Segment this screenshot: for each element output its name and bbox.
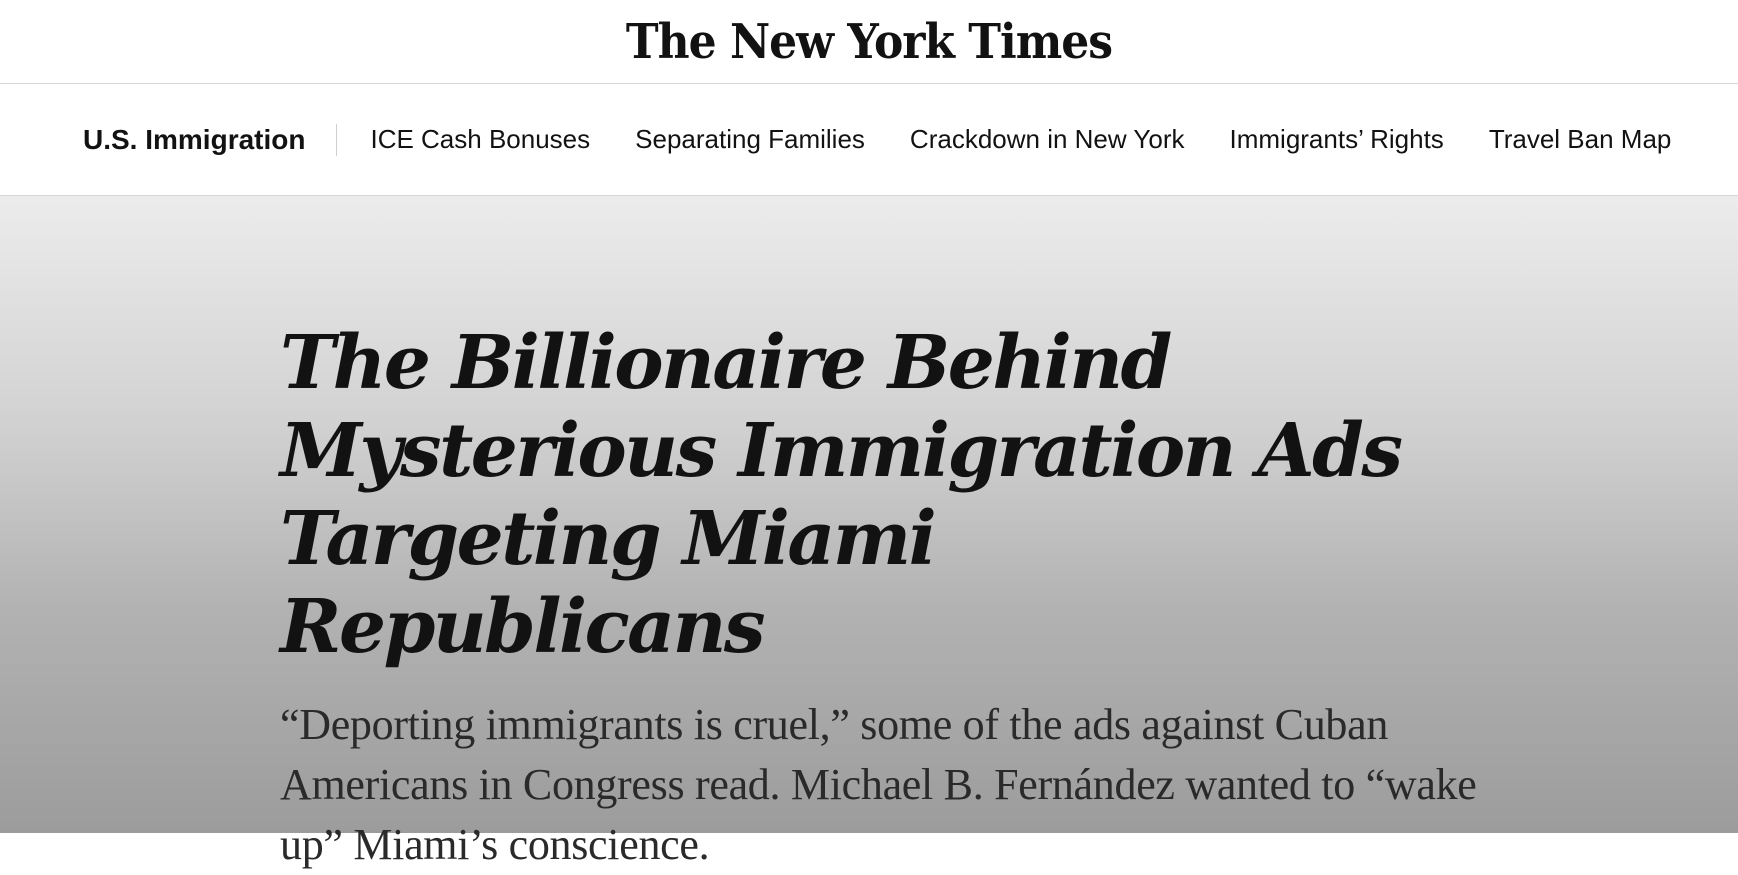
nav-link-travel-ban-map[interactable]: Travel Ban Map <box>1489 124 1672 155</box>
article-headline: The Billionaire Behind Mysterious Immigr… <box>280 320 1403 670</box>
nav-link-ice-cash-bonuses[interactable]: ICE Cash Bonuses <box>370 124 590 155</box>
section-title-link[interactable]: U.S. Immigration <box>83 123 338 156</box>
article-hero: The Billionaire Behind Mysterious Immigr… <box>0 196 1738 869</box>
nyt-logo[interactable]: The New York Times <box>626 18 1113 67</box>
nav-link-immigrants-rights[interactable]: Immigrants’ Rights <box>1230 124 1444 155</box>
section-nav: U.S. Immigration ICE Cash Bonuses Separa… <box>0 84 1738 196</box>
masthead: The New York Times <box>0 0 1738 84</box>
article-summary: “Deporting immigrants is cruel,” some of… <box>280 700 1477 869</box>
section-nav-links: ICE Cash Bonuses Separating Families Cra… <box>337 124 1671 155</box>
nav-link-separating-families[interactable]: Separating Families <box>635 124 865 155</box>
nav-link-crackdown-in-new-york[interactable]: Crackdown in New York <box>910 124 1185 155</box>
